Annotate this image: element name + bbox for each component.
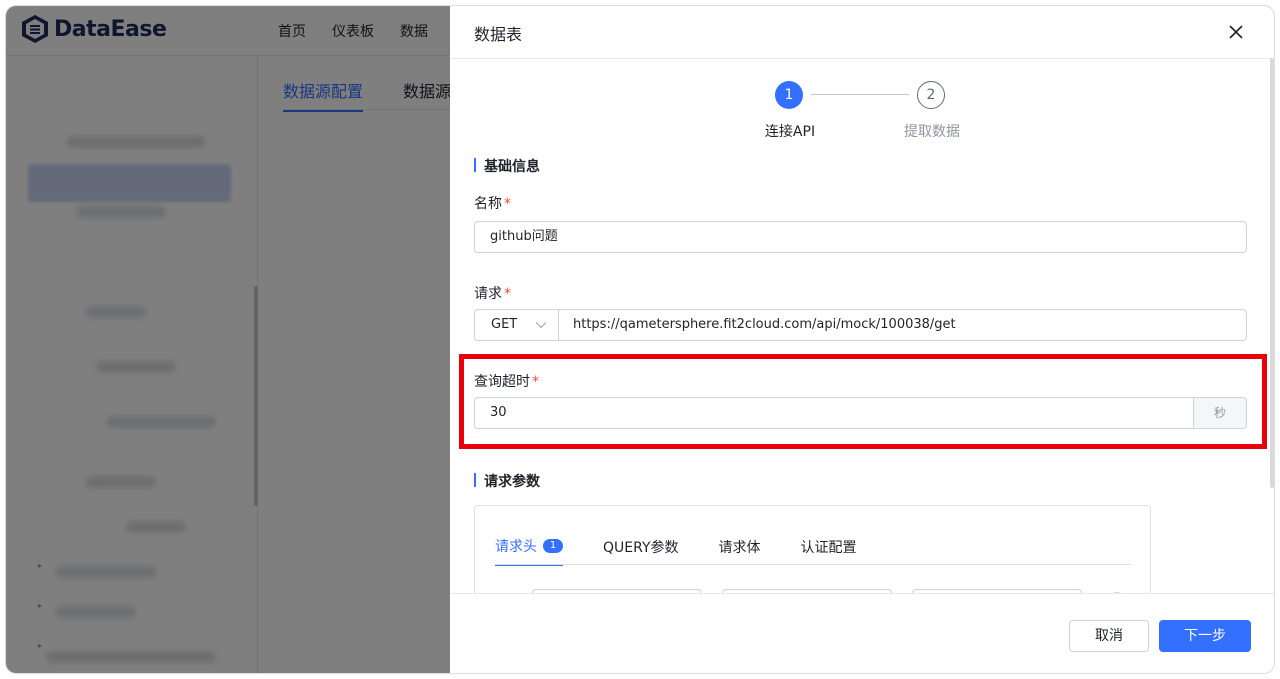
name-input[interactable]: github问题: [474, 221, 1247, 253]
name-label: 名称 *: [474, 193, 511, 213]
tab-request-headers[interactable]: 请求头 1: [495, 536, 563, 566]
tab-request-body[interactable]: 请求体: [719, 536, 761, 566]
app-window: DataEase 首页 仪表板 数据 ▸ ▸ ▸ 数据源配置 数据源 数据表: [6, 6, 1274, 673]
name-label-text: 名称: [474, 196, 502, 212]
next-step-button[interactable]: 下一步: [1159, 620, 1251, 652]
tab-request-headers-label: 请求头: [495, 539, 537, 555]
required-mark: *: [504, 286, 511, 302]
cancel-button[interactable]: 取消: [1069, 620, 1149, 652]
highlight-box: [459, 354, 1267, 449]
method-value: GET: [491, 317, 518, 332]
step-1-label: 连接API: [764, 124, 816, 140]
drawer-header: 数据表: [450, 6, 1274, 59]
request-label-text: 请求: [474, 286, 502, 302]
close-icon[interactable]: [1226, 22, 1246, 42]
params-tab-divider: [495, 564, 1131, 565]
datatable-drawer: 数据表 1 2 连接API 提取数据 基础信息 名称 * github问题 请求 *…: [450, 6, 1274, 673]
step-2-indicator: 2: [917, 81, 945, 109]
step-2-label: 提取数据: [904, 124, 960, 140]
request-params-title: 请求参数: [474, 471, 540, 491]
url-input[interactable]: https://qametersphere.fit2cloud.com/api/…: [558, 309, 1247, 341]
required-mark: *: [504, 196, 511, 212]
steps: 1 2 连接API 提取数据: [450, 81, 1274, 141]
step-connector: [811, 94, 909, 95]
method-select[interactable]: GET: [474, 309, 559, 341]
tab-query-params[interactable]: QUERY参数: [603, 536, 679, 566]
basic-info-title: 基础信息: [474, 156, 540, 176]
params-tabs: 请求头 1 QUERY参数 请求体 认证配置: [495, 536, 897, 566]
drawer-footer: 取消 下一步: [450, 593, 1274, 673]
tab-auth-config[interactable]: 认证配置: [801, 536, 857, 566]
count-badge: 1: [543, 539, 563, 553]
chevron-down-icon: [535, 322, 547, 329]
request-label: 请求 *: [474, 283, 511, 303]
step-1-indicator: 1: [775, 81, 803, 109]
drawer-title: 数据表: [474, 25, 523, 44]
